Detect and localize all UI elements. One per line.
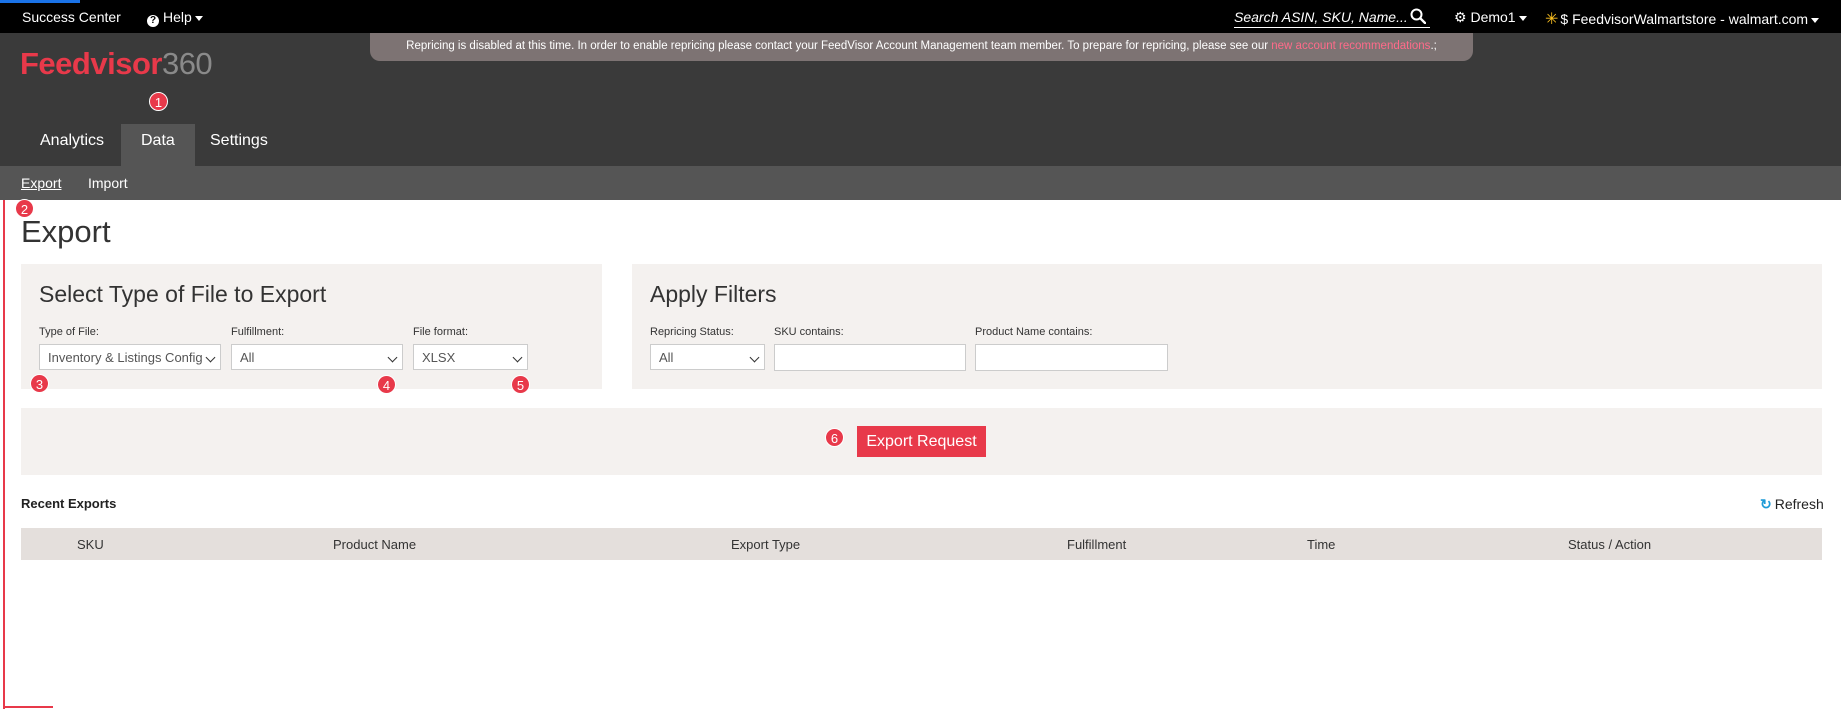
column-header-time[interactable]: Time	[1307, 537, 1335, 552]
step-badge-5: 5	[511, 375, 530, 394]
page-title: Export	[21, 214, 111, 249]
tab-analytics[interactable]: Analytics	[20, 124, 124, 166]
type-of-file-select[interactable]: Inventory & Listings Config	[39, 344, 221, 370]
gear-icon: ⚙	[1454, 9, 1467, 25]
export-request-button[interactable]: Export Request	[857, 426, 986, 457]
chevron-down-icon	[205, 352, 216, 363]
red-edge-bottom	[3, 706, 53, 708]
file-format-value: XLSX	[422, 350, 456, 365]
banner-trail: .;	[1430, 40, 1437, 52]
refresh-label: Refresh	[1774, 496, 1824, 512]
chevron-down-icon	[1811, 17, 1820, 23]
dollar-icon: $	[1560, 11, 1569, 27]
step-badge-1: 1	[149, 92, 168, 111]
user-name: Demo1	[1470, 9, 1516, 25]
chevron-down-icon	[387, 352, 398, 363]
store-selector[interactable]: ✳ $ FeedvisorWalmartstore - walmart.com	[1545, 9, 1820, 29]
store-name: FeedvisorWalmartstore - walmart.com	[1572, 11, 1809, 27]
chevron-down-icon	[1518, 15, 1527, 21]
search-icon[interactable]	[1410, 8, 1426, 24]
repricing-status-select[interactable]: All	[650, 344, 765, 370]
chevron-down-icon	[512, 352, 523, 363]
filters-panel: Apply Filters Repricing Status: All SKU …	[632, 264, 1822, 389]
step-badge-3: 3	[30, 374, 49, 393]
column-header-product-name[interactable]: Product Name	[333, 537, 416, 552]
type-of-file-label: Type of File:	[39, 326, 99, 338]
column-header-status-action[interactable]: Status / Action	[1568, 537, 1651, 552]
sku-contains-label: SKU contains:	[774, 326, 844, 338]
banner-link[interactable]: new account recommendations	[1271, 40, 1430, 52]
column-header-export-type[interactable]: Export Type	[731, 537, 800, 552]
file-type-panel: Select Type of File to Export Type of Fi…	[21, 264, 602, 389]
column-header-sku[interactable]: SKU	[77, 537, 104, 552]
red-edge-left	[3, 200, 5, 709]
logo-suffix: 360	[161, 46, 213, 81]
fulfillment-value: All	[240, 350, 255, 365]
file-format-select[interactable]: XLSX	[413, 344, 528, 370]
logo-brand: Feedvisor	[20, 46, 162, 81]
search-placeholder: Search ASIN, SKU, Name...	[1234, 9, 1408, 25]
step-badge-6: 6	[825, 428, 844, 447]
help-icon: ?	[147, 15, 159, 27]
feedvisor-logo[interactable]: Feedvisor360	[20, 46, 213, 82]
chevron-down-icon	[194, 15, 203, 21]
subnav-import[interactable]: Import	[88, 175, 128, 191]
top-bar: Success Center ? Help Search ASIN, SKU, N…	[0, 0, 1841, 33]
step-badge-4: 4	[377, 375, 396, 394]
help-menu[interactable]: ? Help	[147, 9, 203, 27]
refresh-icon: ↻	[1760, 496, 1772, 512]
product-name-input[interactable]	[975, 344, 1168, 371]
repricing-status-value: All	[659, 350, 674, 365]
success-center-link[interactable]: Success Center	[22, 9, 121, 25]
sub-nav: Export Import	[0, 166, 1841, 200]
fulfillment-select[interactable]: All	[231, 344, 403, 370]
walmart-spark-icon: ✳	[1545, 11, 1559, 28]
repricing-banner: Repricing is disabled at this time. In o…	[370, 33, 1473, 61]
column-header-fulfillment[interactable]: Fulfillment	[1067, 537, 1126, 552]
file-format-label: File format:	[413, 326, 469, 338]
type-of-file-value: Inventory & Listings Config	[48, 350, 203, 365]
refresh-button[interactable]: ↻ Refresh	[1760, 496, 1824, 513]
filters-panel-title: Apply Filters	[650, 281, 777, 307]
product-name-label: Product Name contains:	[975, 326, 1093, 338]
user-menu[interactable]: ⚙ Demo1	[1454, 9, 1527, 26]
repricing-status-label: Repricing Status:	[650, 326, 734, 338]
help-label: Help	[163, 9, 192, 25]
fulfillment-label: Fulfillment:	[231, 326, 285, 338]
tab-settings[interactable]: Settings	[190, 124, 288, 166]
file-panel-title: Select Type of File to Export	[39, 281, 327, 307]
search-input[interactable]: Search ASIN, SKU, Name...	[1234, 6, 1430, 28]
recent-exports-title: Recent Exports	[21, 496, 117, 511]
subnav-export[interactable]: Export	[21, 175, 61, 191]
banner-text: Repricing is disabled at this time. In o…	[406, 40, 1272, 52]
chevron-down-icon	[749, 352, 760, 363]
sku-contains-input[interactable]	[774, 344, 966, 371]
tab-data[interactable]: Data	[121, 124, 195, 166]
recent-exports-table-header: SKU Product Name Export Type Fulfillment…	[21, 528, 1822, 560]
top-accent-strip	[0, 0, 80, 3]
